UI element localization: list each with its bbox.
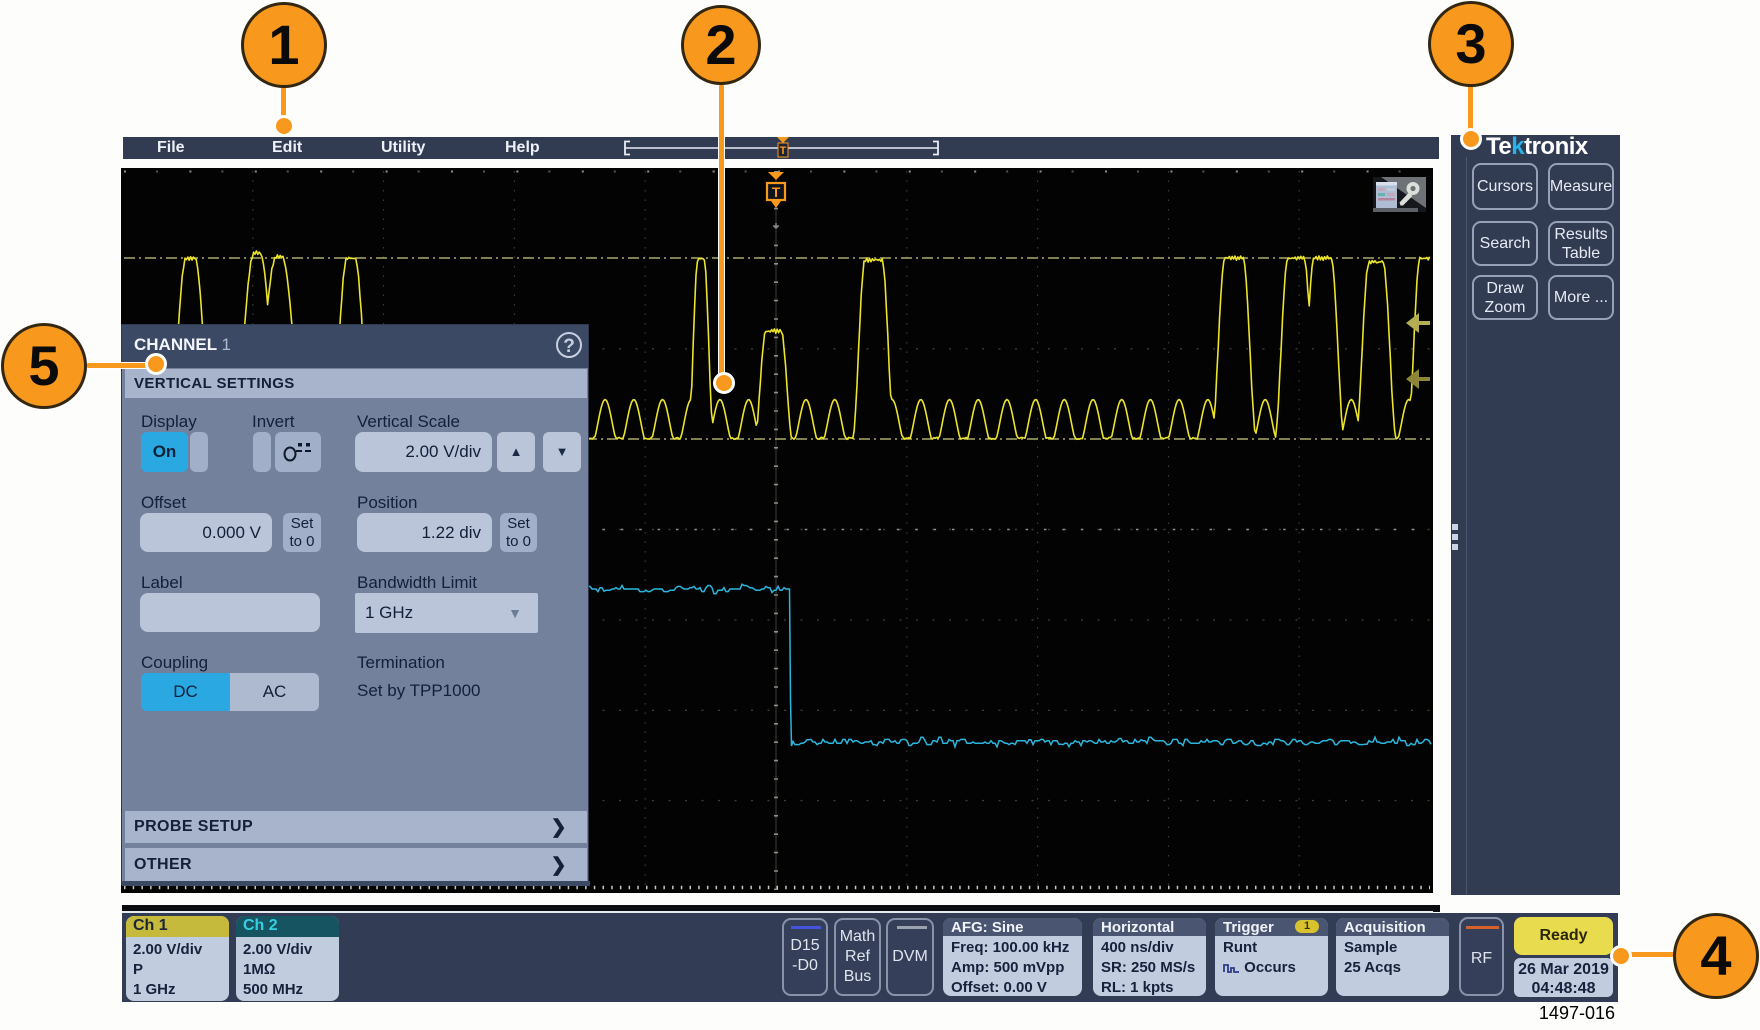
svg-text:T: T	[780, 145, 787, 157]
svg-text:T: T	[772, 184, 781, 200]
